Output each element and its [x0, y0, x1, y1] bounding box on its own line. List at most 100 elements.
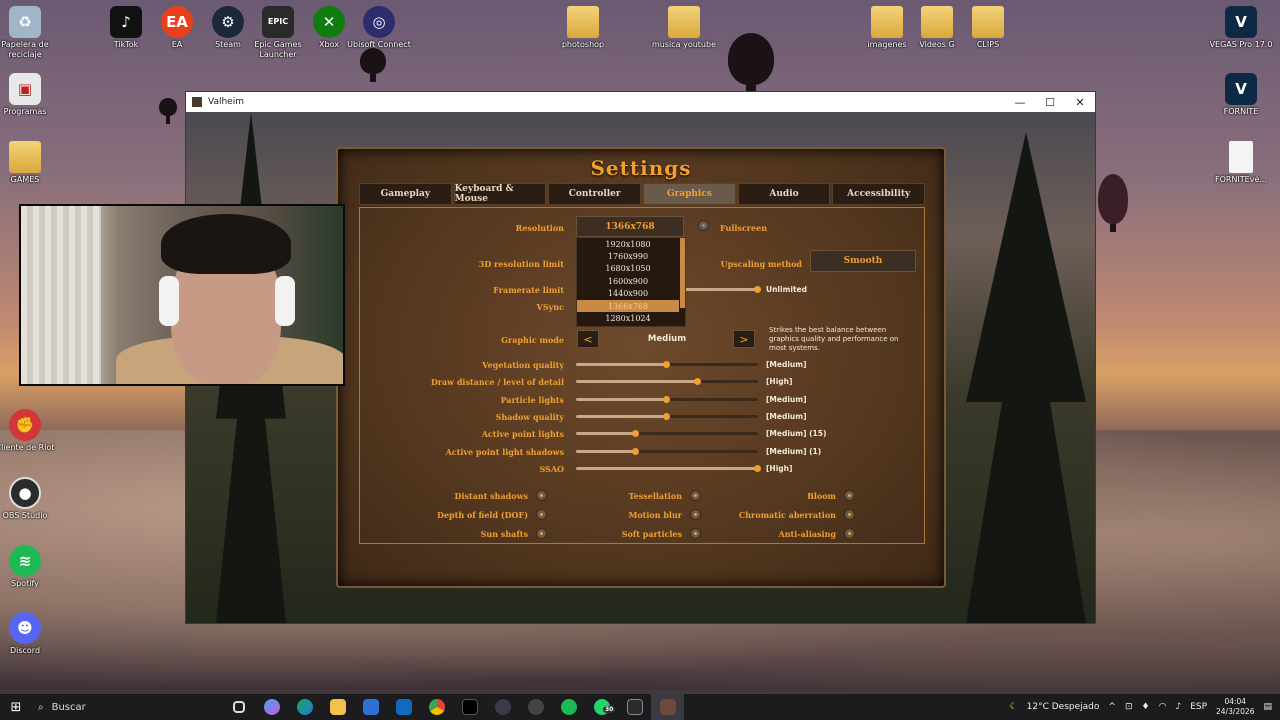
desktop-icon-programas[interactable]: ▣ Programas: [0, 73, 57, 117]
slider-knob[interactable]: [663, 395, 670, 403]
start-button[interactable]: ⊞: [0, 694, 32, 720]
anti-aliasing-toggle[interactable]: [844, 528, 855, 539]
desktop-icon-clips[interactable]: CLIPS: [956, 6, 1020, 50]
tab-audio[interactable]: Audio: [737, 183, 831, 205]
resolution-option[interactable]: 1440x900: [577, 288, 679, 300]
desktop-icon-spotify[interactable]: ≋ Spotify: [0, 545, 57, 589]
desktop-icon-label: Ubisoft Connect: [347, 40, 411, 49]
settings-title: Settings: [590, 156, 692, 180]
graphic-mode-description: Strikes the best balance between graphic…: [769, 326, 899, 352]
desktop-icon-musica-youtube[interactable]: musica youtube: [652, 6, 716, 50]
maximize-button[interactable]: ☐: [1035, 92, 1065, 112]
taskbar-task-view[interactable]: [222, 694, 255, 720]
taskbar-valheim[interactable]: [651, 694, 684, 720]
taskbar-outlook[interactable]: [387, 694, 420, 720]
discord-icon: ☻: [9, 612, 41, 644]
system-tray: ☾ 12°C Despejado ^ ⊡ ♦ ◠ ♪ ESP 04:04 24/…: [1010, 694, 1280, 720]
taskbar-epic-games[interactable]: [618, 694, 651, 720]
desktop-icon-games[interactable]: GAMES: [0, 141, 57, 185]
dropdown-scrollbar[interactable]: [680, 238, 685, 308]
desktop-icon-fornite-file[interactable]: FORNITEvé...: [1209, 141, 1273, 185]
tab-gameplay[interactable]: Gameplay: [359, 183, 452, 205]
vsync-label: VSync: [536, 302, 564, 312]
resolution-option[interactable]: 1600x900: [577, 275, 679, 287]
resolution-option[interactable]: 1760x990: [577, 250, 679, 262]
slider-knob[interactable]: [632, 447, 640, 455]
resolution-option[interactable]: 1920x1080: [577, 238, 679, 250]
draw-distance-level-of-detail-slider[interactable]: [576, 378, 758, 386]
desktop-icon-riot-client[interactable]: ✊ Cliente de Riot: [0, 409, 57, 453]
ssao-slider[interactable]: [576, 464, 761, 472]
resolution-option[interactable]: 1680x1050: [577, 263, 679, 275]
minimize-button[interactable]: —: [1005, 92, 1035, 112]
window-titlebar[interactable]: Valheim — ☐ ✕: [186, 92, 1095, 112]
desktop-icon-photoshop[interactable]: photoshop: [551, 6, 615, 50]
graphic-mode-next-button[interactable]: >: [733, 330, 755, 348]
settings-tabs: Gameplay Keyboard & Mouse Controller Gra…: [359, 183, 926, 205]
resolution-dropdown[interactable]: 1366x768: [576, 216, 684, 237]
vegetation-quality-slider[interactable]: [576, 361, 758, 368]
xbox-icon: ✕: [313, 6, 345, 38]
tab-keyboard-mouse[interactable]: Keyboard & Mouse: [453, 183, 547, 205]
sun-shafts-label: Sun shafts: [480, 529, 528, 539]
taskbar-file-explorer[interactable]: [321, 694, 354, 720]
desktop-icon-discord[interactable]: ☻ Discord: [0, 612, 57, 656]
language-indicator[interactable]: ESP: [1190, 702, 1207, 712]
ubisoft-icon: ◎: [363, 6, 395, 38]
anti-aliasing-label: Anti-aliasing: [778, 529, 836, 539]
taskbar-search[interactable]: ⌕ Buscar: [32, 694, 222, 720]
graphic-mode-prev-button[interactable]: <: [577, 330, 599, 348]
fullscreen-checkbox[interactable]: [698, 220, 709, 231]
taskbar-obs[interactable]: [486, 694, 519, 720]
weather-text[interactable]: 12°C Despejado: [1027, 702, 1100, 712]
slider-knob[interactable]: [663, 412, 670, 420]
taskbar-copilot[interactable]: [255, 694, 288, 720]
bloom-toggle[interactable]: [844, 490, 855, 501]
resolution-option[interactable]: 1366x768: [577, 299, 679, 313]
taskbar-chrome[interactable]: [420, 694, 453, 720]
taskbar-store[interactable]: [354, 694, 387, 720]
taskbar-camera[interactable]: [519, 694, 552, 720]
active-point-lights-slider[interactable]: [576, 430, 758, 438]
folder-icon: [9, 141, 41, 173]
desktop-icon-obs-studio[interactable]: ● OBS Studio: [0, 477, 57, 521]
chromatic-aberration-toggle[interactable]: [844, 509, 855, 520]
desktop-icon-vegas-pro[interactable]: V VEGAS Pro 17.0: [1209, 6, 1273, 50]
slider-knob[interactable]: [754, 286, 761, 293]
network-icon[interactable]: ⊡: [1125, 702, 1133, 712]
resolution-options-list[interactable]: 1920x1080 1760x990 1680x1050 1600x900 1440x9…: [576, 237, 686, 327]
shadow-quality-slider[interactable]: [576, 412, 758, 420]
graphic-mode-label: Graphic mode: [501, 335, 564, 345]
resolution-option[interactable]: 1280x1024: [577, 312, 679, 324]
clock-date: 24/3/2026: [1216, 707, 1255, 716]
desktop-icon-label: Spotify: [11, 579, 39, 588]
wifi-icon[interactable]: ◠: [1159, 702, 1167, 712]
folder-icon: [871, 6, 903, 38]
desktop-icon-ubisoft[interactable]: ◎ Ubisoft Connect: [347, 6, 411, 50]
close-button[interactable]: ✕: [1065, 92, 1095, 112]
slider-knob[interactable]: [663, 361, 670, 368]
tab-accessibility[interactable]: Accessibility: [832, 183, 926, 205]
slider-fill: [576, 380, 698, 384]
microphone-icon[interactable]: ♦: [1142, 702, 1150, 712]
taskbar-spotify[interactable]: [552, 694, 585, 720]
volume-icon[interactable]: ♪: [1175, 702, 1181, 712]
slider-knob[interactable]: [754, 464, 761, 472]
taskbar-clock[interactable]: 04:04 24/3/2026: [1216, 697, 1254, 717]
desktop-icon-fornite[interactable]: V FORNITE: [1209, 73, 1273, 117]
upscaling-dropdown[interactable]: Smooth: [810, 250, 916, 272]
desktop-icon-recycle-bin[interactable]: ♻ Papelera de reciclaje: [0, 6, 57, 60]
particle-lights-slider[interactable]: [576, 395, 758, 403]
search-icon: ⌕: [38, 701, 44, 713]
chevron-up-icon[interactable]: ^: [1108, 702, 1116, 712]
active-point-light-shadows-slider[interactable]: [576, 447, 758, 455]
notifications-icon[interactable]: ▤: [1263, 702, 1272, 712]
taskbar-edge[interactable]: [288, 694, 321, 720]
bloom-label: Bloom: [807, 491, 836, 501]
slider-fill: [576, 397, 667, 401]
folder-icon: [567, 6, 599, 38]
taskbar-tiktok[interactable]: [453, 694, 486, 720]
taskbar-whatsapp[interactable]: 30: [585, 694, 618, 720]
tab-graphics[interactable]: Graphics: [643, 183, 736, 205]
tab-controller[interactable]: Controller: [548, 183, 642, 205]
